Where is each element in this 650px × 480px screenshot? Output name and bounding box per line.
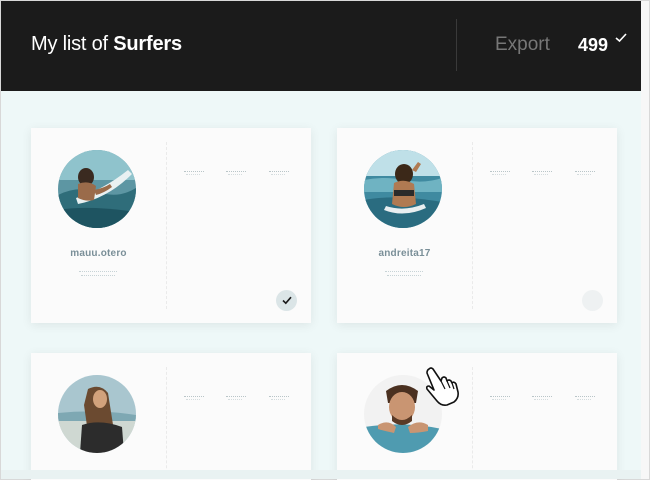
avatar	[58, 150, 136, 228]
hand-pointer-icon	[425, 367, 459, 406]
page-title-prefix: My list of	[31, 33, 108, 55]
avatar	[364, 150, 442, 228]
surfer-photo-icon	[364, 150, 442, 228]
stats-row	[184, 171, 299, 177]
header-divider	[456, 19, 457, 71]
checkmark-icon	[281, 296, 292, 305]
select-toggle[interactable]	[276, 290, 297, 311]
export-button[interactable]: Export	[495, 34, 550, 56]
app-header: My list of Surfers Export 499	[1, 1, 641, 91]
card-divider	[166, 367, 167, 480]
page-title: My list of Surfers	[31, 33, 182, 56]
subtitle-placeholder	[79, 271, 117, 272]
surfer-card[interactable]: andreita17	[337, 128, 617, 323]
username-label: mauu.otero	[70, 248, 127, 259]
card-divider	[472, 367, 473, 480]
page-title-list-name: Surfers	[113, 33, 182, 55]
surfer-card[interactable]	[337, 353, 617, 480]
surfer-card[interactable]	[31, 353, 311, 480]
surfer-photo-icon	[58, 150, 136, 228]
card-divider	[472, 142, 473, 309]
card-divider	[166, 142, 167, 309]
scrollbar[interactable]	[641, 1, 649, 479]
subtitle-placeholder	[385, 271, 423, 272]
list-count[interactable]: 499	[578, 35, 608, 56]
stats-row	[184, 396, 299, 402]
select-toggle[interactable]	[582, 290, 603, 311]
subtitle-placeholder	[81, 275, 115, 276]
bottom-edge	[1, 470, 641, 479]
subtitle-placeholder	[387, 275, 421, 276]
stats-row	[490, 396, 605, 402]
avatar	[58, 375, 136, 453]
stats-row	[490, 171, 605, 177]
username-label: andreita17	[378, 248, 431, 259]
surfer-photo-icon	[58, 375, 136, 453]
surfer-card[interactable]: mauu.otero	[31, 128, 311, 323]
checkmark-icon	[615, 33, 627, 43]
